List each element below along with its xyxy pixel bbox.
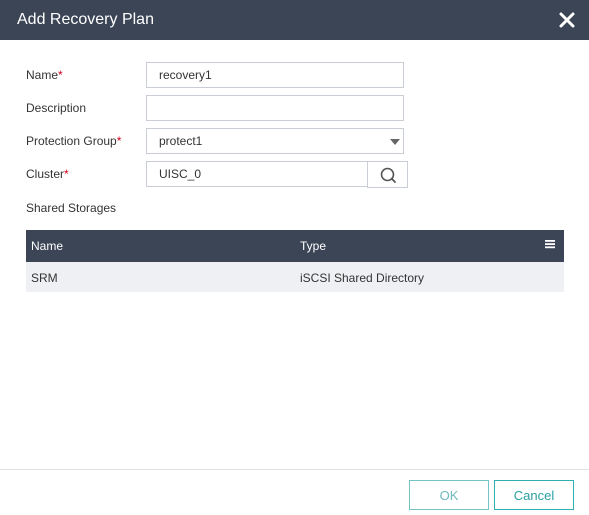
required-marker: * <box>64 167 69 181</box>
footer-divider <box>0 469 589 470</box>
name-label-text: Name <box>26 68 59 82</box>
protection-group-value: protect1 <box>159 134 203 148</box>
table-row[interactable]: SRM iSCSI Shared Directory <box>26 262 564 292</box>
protection-group-label: Protection Group* <box>26 134 121 148</box>
description-label: Description <box>26 101 87 115</box>
cell-name: SRM <box>31 271 58 285</box>
cluster-label-text: Cluster <box>26 167 65 181</box>
protection-group-select[interactable]: protect1 <box>146 128 404 154</box>
cell-type: iSCSI Shared Directory <box>300 271 425 285</box>
name-input[interactable] <box>146 62 404 88</box>
description-input[interactable] <box>146 95 404 121</box>
dialog-titlebar: Add Recovery Plan <box>0 0 589 40</box>
shared-storages-label: Shared Storages <box>26 201 117 215</box>
shared-storages-table: Name Type SRM iSCSI Shared Directory <box>26 230 564 292</box>
cluster-label: Cluster* <box>26 167 69 181</box>
ok-button[interactable]: OK <box>409 480 489 510</box>
protection-group-label-text: Protection Group <box>26 134 117 148</box>
cluster-search-button[interactable] <box>367 161 408 188</box>
name-label: Name* <box>26 68 63 82</box>
cancel-button[interactable]: Cancel <box>494 480 574 510</box>
dialog-title: Add Recovery Plan <box>17 11 154 28</box>
close-icon[interactable] <box>557 10 577 30</box>
table-header: Name Type <box>26 230 564 262</box>
add-recovery-plan-dialog: Add Recovery Plan Name* Description Prot… <box>0 0 589 515</box>
caret-down-icon <box>390 139 400 145</box>
column-header-type[interactable]: Type <box>300 239 326 253</box>
cluster-input[interactable] <box>146 161 368 187</box>
search-icon <box>380 167 396 183</box>
required-marker: * <box>116 134 122 148</box>
column-header-name[interactable]: Name <box>31 239 63 253</box>
menu-icon[interactable] <box>544 238 556 250</box>
required-marker: * <box>58 68 63 82</box>
